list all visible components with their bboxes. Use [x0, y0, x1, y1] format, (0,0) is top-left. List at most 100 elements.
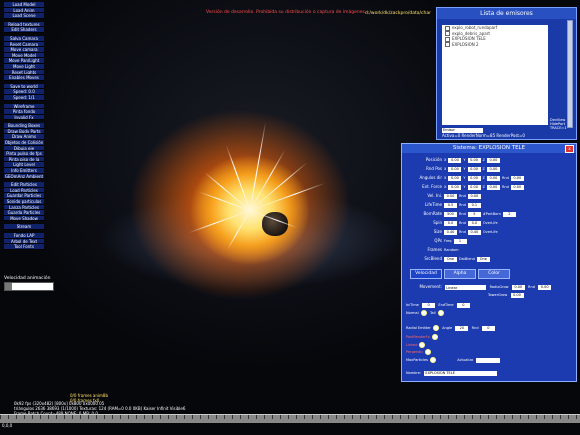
normal-label: Normal: [406, 311, 419, 315]
maxparticles-checkbox[interactable]: [430, 357, 436, 363]
param-field[interactable]: 0.00: [486, 157, 500, 163]
timeline-tick: [352, 415, 353, 419]
param-field[interactable]: 0.00: [467, 193, 481, 199]
dev-buttons[interactable]: DevView HIdePart TRACE=1: [550, 118, 576, 130]
postrender-label: PostRenderFx: [406, 335, 430, 339]
checkbox-icon[interactable]: [445, 36, 450, 42]
timeline-tick: [168, 415, 169, 419]
timeline-tick: [192, 415, 193, 419]
param-field[interactable]: 0.00: [510, 175, 524, 181]
timeline-tick: [392, 415, 393, 419]
perpendic-row: Perpendic: [404, 348, 432, 355]
timeline-tick: [208, 415, 209, 419]
radiogrow-label: RadioGrow: [489, 285, 509, 289]
perpendic-checkbox[interactable]: [425, 349, 432, 355]
timeline-tick: [432, 415, 433, 419]
timeline-tick: [472, 415, 473, 419]
param-field[interactable]: 0.00: [467, 175, 481, 181]
param-field[interactable]: 0.0: [467, 220, 481, 226]
param-field[interactable]: 0.00: [444, 193, 457, 199]
rnd-field[interactable]: 0.00: [538, 284, 552, 290]
param-field[interactable]: 0.40: [444, 229, 457, 235]
radial-checkbox[interactable]: [432, 325, 439, 331]
param-row: Frames Random: [404, 246, 458, 253]
param-field[interactable]: 0.00: [448, 175, 462, 181]
timeline-tick: [384, 415, 385, 419]
param-field[interactable]: 0.00: [448, 157, 462, 163]
angle-field[interactable]: 20: [455, 325, 469, 331]
emitter-list-box[interactable]: explo_robot_rundaparf explo_debris_apart E…: [442, 25, 548, 125]
movement-select[interactable]: Linear: [445, 284, 487, 290]
param-field[interactable]: 0.1: [467, 202, 481, 208]
timeline-tick: [512, 415, 513, 419]
radial-row: Radial Emitter Angle 20 Rnd 0: [404, 324, 495, 331]
tail-radio[interactable]: [437, 310, 444, 316]
param-field[interactable]: 0.00: [510, 184, 524, 190]
inittime-field[interactable]: 0: [422, 302, 436, 308]
param-field[interactable]: 0.00: [467, 157, 481, 163]
towergrow-field[interactable]: 0.00: [510, 292, 524, 298]
param-field[interactable]: 0.00: [467, 166, 481, 172]
endtime-field[interactable]: 0: [456, 302, 470, 308]
timeline-tick: [312, 415, 313, 419]
param-field[interactable]: 2: [502, 211, 516, 217]
timeline-tick: [576, 415, 577, 419]
param-sublabel: X: [444, 167, 447, 171]
radiogrow-field[interactable]: 0.00: [511, 284, 525, 290]
velocity-label: Velocidad animación: [4, 276, 51, 281]
towergrow-row: TowerGrow 0.00: [486, 291, 524, 298]
spark-streak: [198, 191, 251, 211]
param-field[interactable]: 0.00: [448, 166, 462, 172]
param-sublabel: Y: [463, 158, 466, 162]
param-field[interactable]: 0.00: [486, 166, 500, 172]
rnd2-field[interactable]: 0: [481, 325, 495, 331]
normal-radio[interactable]: [420, 310, 427, 316]
checkbox-icon[interactable]: [445, 25, 450, 31]
timeline-tick: [232, 415, 233, 419]
param-field[interactable]: 1: [453, 238, 467, 244]
timeline-tick: [328, 415, 329, 419]
angle-label: Angle: [442, 326, 453, 330]
param-row: Ext. Force X 0.00 Y 0.00 Z 0.00 Rnd 0.00: [404, 183, 524, 190]
close-button[interactable]: x: [565, 145, 574, 153]
param-sublabel: X: [444, 176, 447, 180]
timeline-tick: [0, 415, 1, 419]
linked-row: Linked: [404, 341, 426, 348]
param-field[interactable]: 0.00: [486, 184, 500, 190]
param-sublabel: Rnd: [459, 194, 466, 198]
timeline-tick: [488, 415, 489, 419]
tab-velocidad[interactable]: Velocidad: [410, 269, 442, 279]
param-field[interactable]: One: [476, 256, 490, 262]
emitter-list-scrollbar[interactable]: [567, 20, 573, 128]
timeline-bar[interactable]: [0, 414, 580, 423]
param-field[interactable]: 0.0: [444, 220, 457, 226]
param-label: Frames: [427, 247, 442, 252]
param-sublabel: Rnd: [501, 176, 509, 180]
param-row: Spin 0.0 Rnd 0.0 OverLife: [404, 219, 498, 226]
param-sublabel: Rnd: [501, 185, 509, 189]
checkbox-icon[interactable]: [445, 42, 450, 47]
velocity-slider[interactable]: [4, 282, 54, 291]
name-field[interactable]: EXPLOSION TELE: [424, 370, 498, 376]
param-field[interactable]: One: [444, 256, 457, 262]
param-field[interactable]: 0.00: [467, 184, 481, 190]
tab-color[interactable]: Color: [478, 269, 510, 279]
tab-alpha[interactable]: Alpha: [444, 269, 476, 279]
param-field[interactable]: 0.00: [448, 184, 462, 190]
param-field[interactable]: 0.5: [444, 202, 457, 208]
timeline-tick: [360, 415, 361, 419]
velocity-slider-handle[interactable]: [5, 283, 12, 290]
param-field[interactable]: 0.00: [486, 175, 500, 181]
postrender-checkbox[interactable]: [431, 334, 438, 340]
param-sublabel: X: [444, 185, 447, 189]
param-field[interactable]: 5: [467, 211, 481, 217]
emitter-item[interactable]: EXPLOSION 2: [442, 42, 548, 47]
timeline-tick: [24, 415, 25, 419]
param-field[interactable]: 0.40: [467, 229, 481, 235]
actualiza-field[interactable]: [476, 357, 501, 363]
timeline-tick: [544, 415, 545, 419]
menu-spacer: [4, 250, 44, 253]
param-field[interactable]: 500: [444, 211, 457, 217]
data-path: d:/work/dk/zackpro/data/char: [365, 11, 431, 16]
param-sublabel: Freq: [444, 239, 452, 243]
